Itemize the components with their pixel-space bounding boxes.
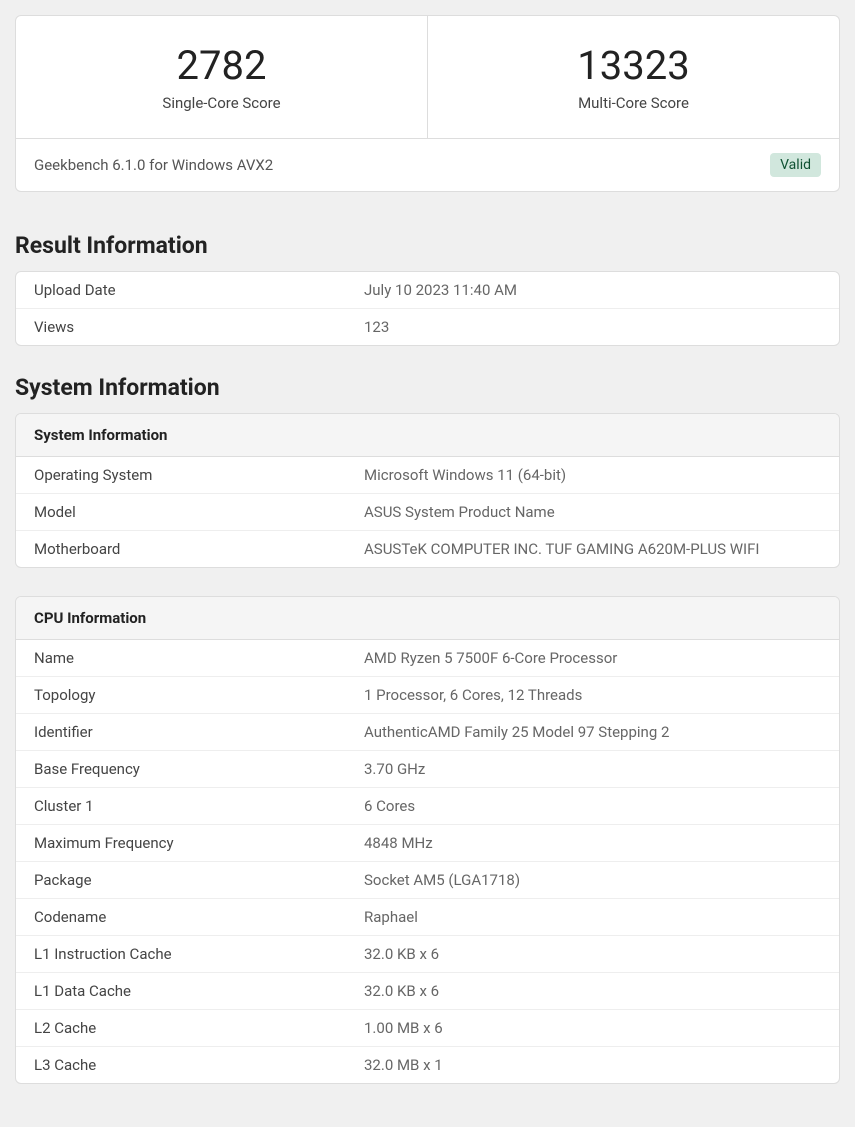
result-info-row: Views123 bbox=[16, 309, 839, 345]
cpu-info-row: Base Frequency3.70 GHz bbox=[16, 751, 839, 788]
multi-core-value: 13323 bbox=[438, 44, 829, 88]
multi-core-label: Multi-Core Score bbox=[438, 94, 829, 112]
cpu-info-row: L1 Instruction Cache32.0 KB x 6 bbox=[16, 936, 839, 973]
cpu-info-key: Maximum Frequency bbox=[34, 834, 364, 852]
system-info-row: Operating SystemMicrosoft Windows 11 (64… bbox=[16, 457, 839, 494]
version-footer: Geekbench 6.1.0 for Windows AVX2 Valid bbox=[15, 139, 840, 192]
system-info-title: System Information bbox=[15, 374, 840, 401]
cpu-info-key: Cluster 1 bbox=[34, 797, 364, 815]
cpu-info-key: Package bbox=[34, 871, 364, 889]
cpu-info-header: CPU Information bbox=[16, 597, 839, 640]
cpu-info-key: Topology bbox=[34, 686, 364, 704]
cpu-info-value: Socket AM5 (LGA1718) bbox=[364, 871, 821, 889]
cpu-info-key: L1 Instruction Cache bbox=[34, 945, 364, 963]
system-info-row: ModelASUS System Product Name bbox=[16, 494, 839, 531]
system-info-key: Operating System bbox=[34, 466, 364, 484]
cpu-info-row: IdentifierAuthenticAMD Family 25 Model 9… bbox=[16, 714, 839, 751]
cpu-info-value: 1 Processor, 6 Cores, 12 Threads bbox=[364, 686, 821, 704]
cpu-info-row: L1 Data Cache32.0 KB x 6 bbox=[16, 973, 839, 1010]
cpu-info-value: 32.0 MB x 1 bbox=[364, 1056, 821, 1074]
system-info-key: Motherboard bbox=[34, 540, 364, 558]
score-container: 2782 Single-Core Score 13323 Multi-Core … bbox=[15, 15, 840, 139]
system-info-value: ASUSTeK COMPUTER INC. TUF GAMING A620M-P… bbox=[364, 540, 821, 558]
cpu-info-key: Identifier bbox=[34, 723, 364, 741]
cpu-info-row: L2 Cache1.00 MB x 6 bbox=[16, 1010, 839, 1047]
version-label: Geekbench 6.1.0 for Windows AVX2 bbox=[34, 156, 273, 174]
multi-core-box: 13323 Multi-Core Score bbox=[428, 16, 839, 138]
cpu-info-row: Cluster 16 Cores bbox=[16, 788, 839, 825]
cpu-info-value: 4848 MHz bbox=[364, 834, 821, 852]
cpu-info-key: L3 Cache bbox=[34, 1056, 364, 1074]
cpu-info-value: AMD Ryzen 5 7500F 6-Core Processor bbox=[364, 649, 821, 667]
system-info-table: System Information Operating SystemMicro… bbox=[15, 413, 840, 568]
cpu-info-key: L2 Cache bbox=[34, 1019, 364, 1037]
cpu-info-key: L1 Data Cache bbox=[34, 982, 364, 1000]
cpu-info-value: 3.70 GHz bbox=[364, 760, 821, 778]
result-info-value: July 10 2023 11:40 AM bbox=[364, 281, 821, 299]
cpu-info-value: AuthenticAMD Family 25 Model 97 Stepping… bbox=[364, 723, 821, 741]
cpu-info-key: Name bbox=[34, 649, 364, 667]
system-info-value: ASUS System Product Name bbox=[364, 503, 821, 521]
system-info-key: Model bbox=[34, 503, 364, 521]
cpu-info-row: L3 Cache32.0 MB x 1 bbox=[16, 1047, 839, 1083]
status-badge: Valid bbox=[770, 153, 821, 177]
system-info-header: System Information bbox=[16, 414, 839, 457]
cpu-info-row: NameAMD Ryzen 5 7500F 6-Core Processor bbox=[16, 640, 839, 677]
cpu-info-row: PackageSocket AM5 (LGA1718) bbox=[16, 862, 839, 899]
single-core-value: 2782 bbox=[26, 44, 417, 88]
cpu-info-row: Topology1 Processor, 6 Cores, 12 Threads bbox=[16, 677, 839, 714]
result-info-row: Upload DateJuly 10 2023 11:40 AM bbox=[16, 272, 839, 309]
cpu-info-row: CodenameRaphael bbox=[16, 899, 839, 936]
cpu-info-key: Codename bbox=[34, 908, 364, 926]
result-info-title: Result Information bbox=[15, 232, 840, 259]
cpu-info-value: 1.00 MB x 6 bbox=[364, 1019, 821, 1037]
result-info-key: Upload Date bbox=[34, 281, 364, 299]
result-info-value: 123 bbox=[364, 318, 821, 336]
single-core-label: Single-Core Score bbox=[26, 94, 417, 112]
cpu-info-table: CPU Information NameAMD Ryzen 5 7500F 6-… bbox=[15, 596, 840, 1084]
system-info-row: MotherboardASUSTeK COMPUTER INC. TUF GAM… bbox=[16, 531, 839, 567]
result-info-key: Views bbox=[34, 318, 364, 336]
cpu-info-row: Maximum Frequency4848 MHz bbox=[16, 825, 839, 862]
cpu-info-value: 32.0 KB x 6 bbox=[364, 982, 821, 1000]
cpu-info-value: 6 Cores bbox=[364, 797, 821, 815]
cpu-info-key: Base Frequency bbox=[34, 760, 364, 778]
single-core-box: 2782 Single-Core Score bbox=[16, 16, 428, 138]
result-info-table: Upload DateJuly 10 2023 11:40 AMViews123 bbox=[15, 271, 840, 346]
system-info-value: Microsoft Windows 11 (64-bit) bbox=[364, 466, 821, 484]
cpu-info-value: 32.0 KB x 6 bbox=[364, 945, 821, 963]
cpu-info-value: Raphael bbox=[364, 908, 821, 926]
